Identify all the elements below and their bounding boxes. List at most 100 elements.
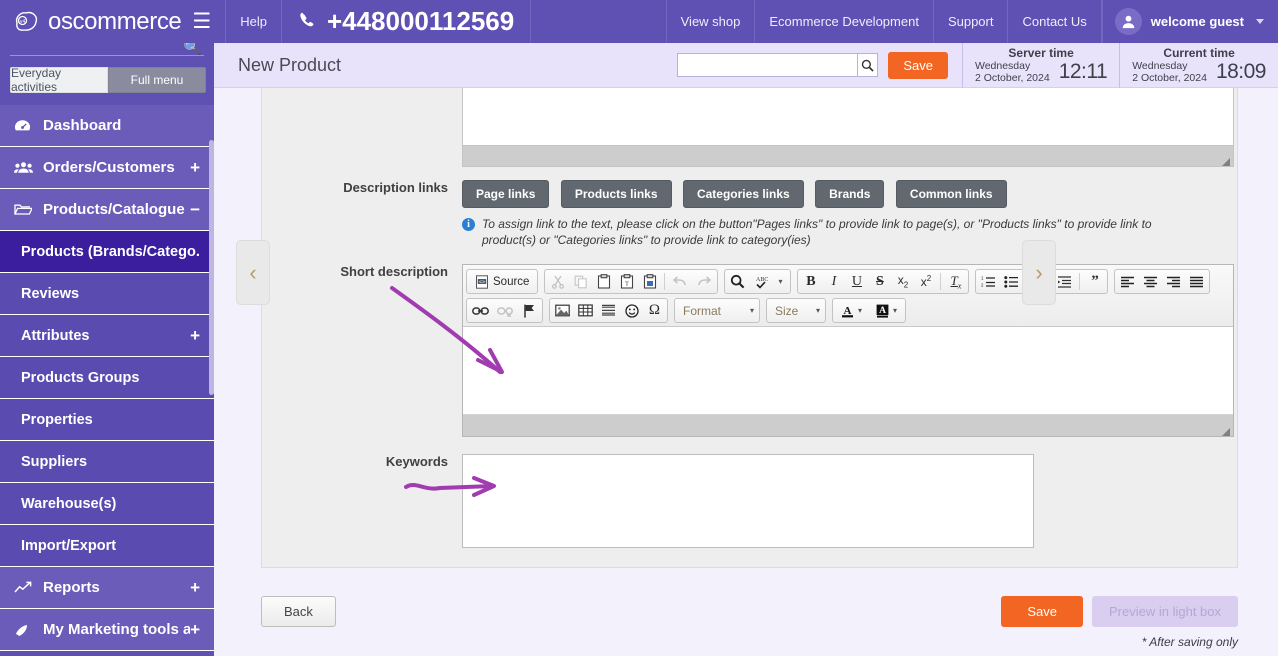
short-description-editor-footer (463, 415, 1233, 436)
resize-grip-icon[interactable] (1221, 154, 1231, 166)
server-time-box: Server time Wednesday 2 October, 2024 12… (961, 42, 1119, 88)
expander[interactable]: + (190, 327, 200, 344)
anchor-icon[interactable] (518, 300, 541, 321)
bold-button[interactable]: B (799, 271, 822, 292)
search-input[interactable] (677, 53, 858, 77)
bulleted-list-button[interactable] (1000, 271, 1023, 292)
indent-button[interactable] (1053, 271, 1076, 292)
table-icon[interactable] (574, 300, 597, 321)
undo-icon[interactable] (668, 271, 692, 292)
sidebar-item-suppliers[interactable]: Suppliers (0, 441, 214, 483)
sidebar-item-label: Products Groups (21, 369, 140, 386)
description-editor-body[interactable] (462, 88, 1234, 146)
current-time-date: Wednesday 2 October, 2024 (1132, 60, 1207, 84)
align-justify-button[interactable] (1185, 271, 1208, 292)
user-menu[interactable]: welcome guest (1101, 0, 1278, 43)
users-icon (14, 161, 36, 174)
align-left-button[interactable] (1116, 271, 1139, 292)
save-button[interactable]: Save (1001, 596, 1083, 627)
sidebar-item-products-groups[interactable]: Products Groups (0, 357, 214, 399)
strikethrough-button[interactable]: S (868, 271, 891, 292)
segment-everyday-activities[interactable]: Everyday activities (10, 67, 108, 93)
remove-format-button[interactable]: Tx (944, 271, 967, 292)
sidebar-item-products-catalogue[interactable]: Products/Catalogue − (0, 189, 214, 231)
numbered-list-button[interactable]: 12 (977, 271, 1000, 292)
copy-icon[interactable] (569, 271, 592, 292)
brand-name: oscommerce (48, 7, 182, 35)
segment-full-menu[interactable]: Full menu (108, 67, 206, 93)
find-icon[interactable] (726, 271, 749, 292)
text-color-button[interactable]: A ▾ (834, 300, 869, 321)
back-button[interactable]: Back (261, 596, 336, 627)
smiley-icon[interactable] (620, 300, 643, 321)
align-right-button[interactable] (1162, 271, 1185, 292)
phone-number[interactable]: +448000112569 (282, 0, 532, 43)
header-save-button[interactable]: Save (888, 51, 948, 79)
sidebar-item-products-brands-categories[interactable]: Products (Brands/Catego... (0, 231, 214, 273)
current-time-row: Wednesday 2 October, 2024 18:09 (1132, 60, 1266, 84)
sidebar-item-dashboard[interactable]: Dashboard (0, 105, 214, 147)
short-description-label: Short description (340, 264, 448, 279)
nav-help[interactable]: Help (226, 0, 282, 43)
paste-as-text-icon[interactable]: T (615, 271, 638, 292)
nav-view-shop[interactable]: View shop (665, 0, 756, 43)
description-links-row: Description links Page links Products li… (262, 180, 1237, 248)
format-label: Format (683, 303, 722, 318)
spellcheck-icon[interactable]: ABC ▾ (749, 271, 789, 292)
expander[interactable]: + (190, 621, 200, 638)
image-icon[interactable] (551, 300, 574, 321)
horizontal-rule-icon[interactable] (597, 300, 620, 321)
paste-icon[interactable] (592, 271, 615, 292)
expander[interactable]: + (190, 579, 200, 596)
cut-icon[interactable] (546, 271, 569, 292)
paste-from-word-icon[interactable] (638, 271, 661, 292)
sidebar-item-reports[interactable]: Reports + (0, 567, 214, 609)
special-character-icon[interactable]: Ω (643, 300, 666, 321)
categories-links-button[interactable]: Categories links (682, 180, 804, 208)
previous-product-button[interactable]: ‹ (236, 240, 270, 305)
sidebar-item-orders-customers[interactable]: Orders/Customers + (0, 147, 214, 189)
brands-button[interactable]: Brands (815, 180, 885, 208)
expander[interactable]: + (190, 159, 200, 176)
resize-grip-icon[interactable] (1221, 424, 1231, 436)
sidebar-item-properties[interactable]: Properties (0, 399, 214, 441)
svg-text:<>: <> (479, 279, 485, 285)
link-icon[interactable] (468, 300, 493, 321)
brand-logo[interactable]: v4 oscommerce ☰ (0, 0, 227, 43)
nav-support[interactable]: Support (934, 0, 1009, 43)
background-color-button[interactable]: A ▾ (869, 300, 904, 321)
expander[interactable]: − (190, 201, 200, 218)
description-row (262, 88, 1237, 167)
chevron-left-icon: ‹ (249, 259, 257, 285)
subscript-button[interactable]: x2 (891, 271, 914, 292)
common-links-button[interactable]: Common links (895, 180, 1007, 208)
redo-icon[interactable] (692, 271, 716, 292)
source-button[interactable]: <> Source (468, 271, 536, 292)
blockquote-button[interactable]: ” (1083, 271, 1106, 292)
sidebar-item-reviews[interactable]: Reviews (0, 273, 214, 315)
nav-contact-us[interactable]: Contact Us (1008, 0, 1102, 43)
products-links-button[interactable]: Products links (560, 180, 672, 208)
search-button[interactable] (857, 53, 879, 77)
sidebar-item-warehouses[interactable]: Warehouse(s) (0, 483, 214, 525)
page-links-button[interactable]: Page links (462, 180, 550, 208)
align-center-button[interactable] (1139, 271, 1162, 292)
superscript-button[interactable]: x2 (914, 271, 937, 292)
unlink-icon[interactable] (493, 300, 518, 321)
hamburger-icon[interactable]: ☰ (190, 11, 213, 32)
italic-button[interactable]: I (822, 271, 845, 292)
sidebar-scrollbar[interactable] (209, 140, 214, 395)
short-description-row: Short description <> Source T ABC ▾ B I … (262, 264, 1237, 437)
size-select[interactable]: Size ▾ (766, 298, 826, 323)
short-description-editor-body[interactable] (463, 327, 1233, 415)
next-product-button[interactable]: › (1022, 240, 1056, 305)
sidebar-item-attributes[interactable]: Attributes + (0, 315, 214, 357)
server-time-date: Wednesday 2 October, 2024 (975, 60, 1050, 84)
format-select[interactable]: Format ▾ (674, 298, 760, 323)
underline-button[interactable]: U (845, 271, 868, 292)
keywords-input[interactable] (462, 454, 1034, 548)
sidebar-item-my-marketing-tools[interactable]: My Marketing tools and... + (0, 609, 214, 651)
sidebar-item-import-export[interactable]: Import/Export (0, 525, 214, 567)
nav-ecommerce-development[interactable]: Ecommerce Development (755, 0, 934, 43)
toolbar-separator (940, 273, 942, 290)
